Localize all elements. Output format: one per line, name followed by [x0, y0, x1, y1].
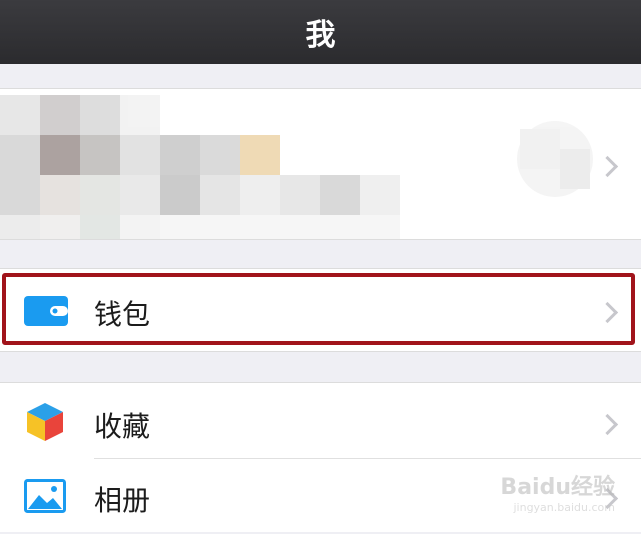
highlight-box: [2, 273, 635, 345]
watermark-url: jingyan.baidu.com: [513, 501, 615, 514]
album-label: 相册: [94, 484, 151, 517]
chevron-right-icon: [596, 413, 619, 436]
favorites-label: 收藏: [94, 410, 151, 443]
favorites-cube-icon: [24, 401, 66, 447]
profile-cell[interactable]: [0, 88, 641, 240]
navigation-bar: 我: [0, 0, 641, 64]
pixelated-profile-image: [0, 89, 641, 239]
page-title: 我: [305, 18, 336, 53]
album-picture-icon: [24, 479, 66, 517]
watermark-brand: Baidu经验: [500, 475, 615, 500]
baidu-watermark: Baidu经验 jingyan.baidu.com: [500, 469, 615, 514]
favorites-cell[interactable]: 收藏: [0, 383, 641, 459]
